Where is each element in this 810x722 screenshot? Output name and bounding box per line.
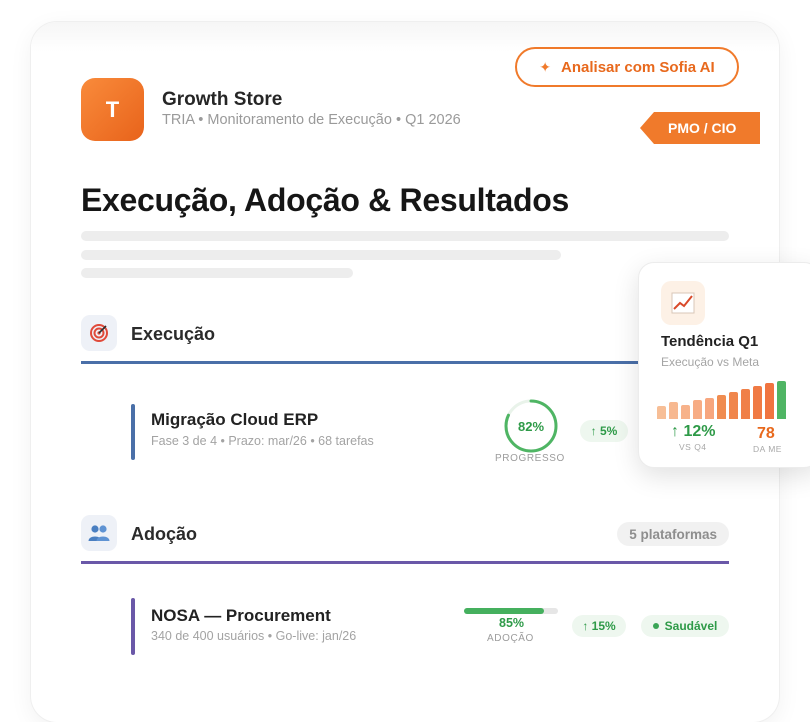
company-subtitle: TRIA • Monitoramento de Execução • Q1 20… <box>162 112 461 128</box>
company-logo: T <box>81 78 144 141</box>
trend-bar <box>705 398 714 419</box>
status-dot-icon <box>652 623 659 629</box>
adoption-bar <box>464 608 558 614</box>
delta-badge: ↑ 15% <box>572 615 626 637</box>
role-tag: PMO / CIO <box>640 112 760 144</box>
item-title[interactable]: NOSA — Procurement <box>151 606 331 626</box>
trend-stat-caption: DA ME <box>753 444 782 454</box>
users-icon <box>81 515 117 551</box>
adoption-value: 85% <box>499 616 525 630</box>
trend-bar <box>693 400 702 419</box>
trend-bar <box>669 402 678 419</box>
trend-bar <box>717 395 726 419</box>
adoption-caption: ADOÇÃO <box>487 633 534 644</box>
trend-title: Tendência Q1 <box>661 333 759 350</box>
status-label: Saudável <box>664 619 718 633</box>
skeleton-line <box>81 268 353 278</box>
section-divider <box>81 361 729 364</box>
section-title: Execução <box>131 324 216 344</box>
trend-bar <box>753 386 762 419</box>
progress-value: 82% <box>517 418 545 434</box>
skeleton-line <box>81 250 561 260</box>
trend-bar <box>657 406 666 419</box>
item-meta: Fase 3 de 4 • Prazo: mar/26 • 68 tarefas <box>151 434 374 448</box>
item-title[interactable]: Migração Cloud ERP <box>151 410 318 430</box>
trend-stat-value: ↑ 12% <box>671 423 716 440</box>
trend-bars <box>657 381 789 419</box>
trend-card[interactable]: Tendência Q1 Execução vs Meta ↑ 12% VS Q… <box>638 262 810 468</box>
section-header-adocao: Adoção 5 plataformas <box>81 515 729 555</box>
trend-subtitle: Execução vs Meta <box>661 355 760 369</box>
analyze-button-label: Analisar com Sofia AI <box>561 58 715 76</box>
trend-stat-value: 78 <box>757 425 775 442</box>
progress-ring: 82% <box>503 398 559 454</box>
company-name: Growth Store <box>162 89 283 110</box>
page-title: Execução, Adoção & Resultados <box>81 182 570 218</box>
section-title: Adoção <box>131 524 198 544</box>
trend-bar <box>681 405 690 419</box>
item-accent-bar <box>131 404 135 460</box>
delta-badge: ↑ 5% <box>580 420 628 442</box>
progress-caption: PROGRESSO <box>495 453 565 464</box>
skeleton-line <box>81 231 729 241</box>
status-badge: Saudável <box>641 615 729 637</box>
section-header-execucao: Execução <box>81 315 729 355</box>
chart-trend-icon <box>661 281 705 325</box>
analyze-with-sofia-button[interactable]: ✦ Analisar com Sofia AI <box>515 47 739 87</box>
adoption-bar-fill <box>464 608 544 614</box>
trend-stat-caption: VS Q4 <box>679 442 707 452</box>
section-divider <box>81 561 729 564</box>
platform-count-badge: 5 plataformas <box>617 522 729 546</box>
item-meta: 340 de 400 usuários • Go-live: jan/26 <box>151 629 357 643</box>
trend-bar <box>777 381 786 419</box>
target-icon <box>81 315 117 351</box>
trend-bar <box>741 389 750 419</box>
trend-bar <box>729 392 738 419</box>
sparkle-icon: ✦ <box>539 58 552 75</box>
item-accent-bar <box>131 598 135 655</box>
trend-bar <box>765 383 774 419</box>
